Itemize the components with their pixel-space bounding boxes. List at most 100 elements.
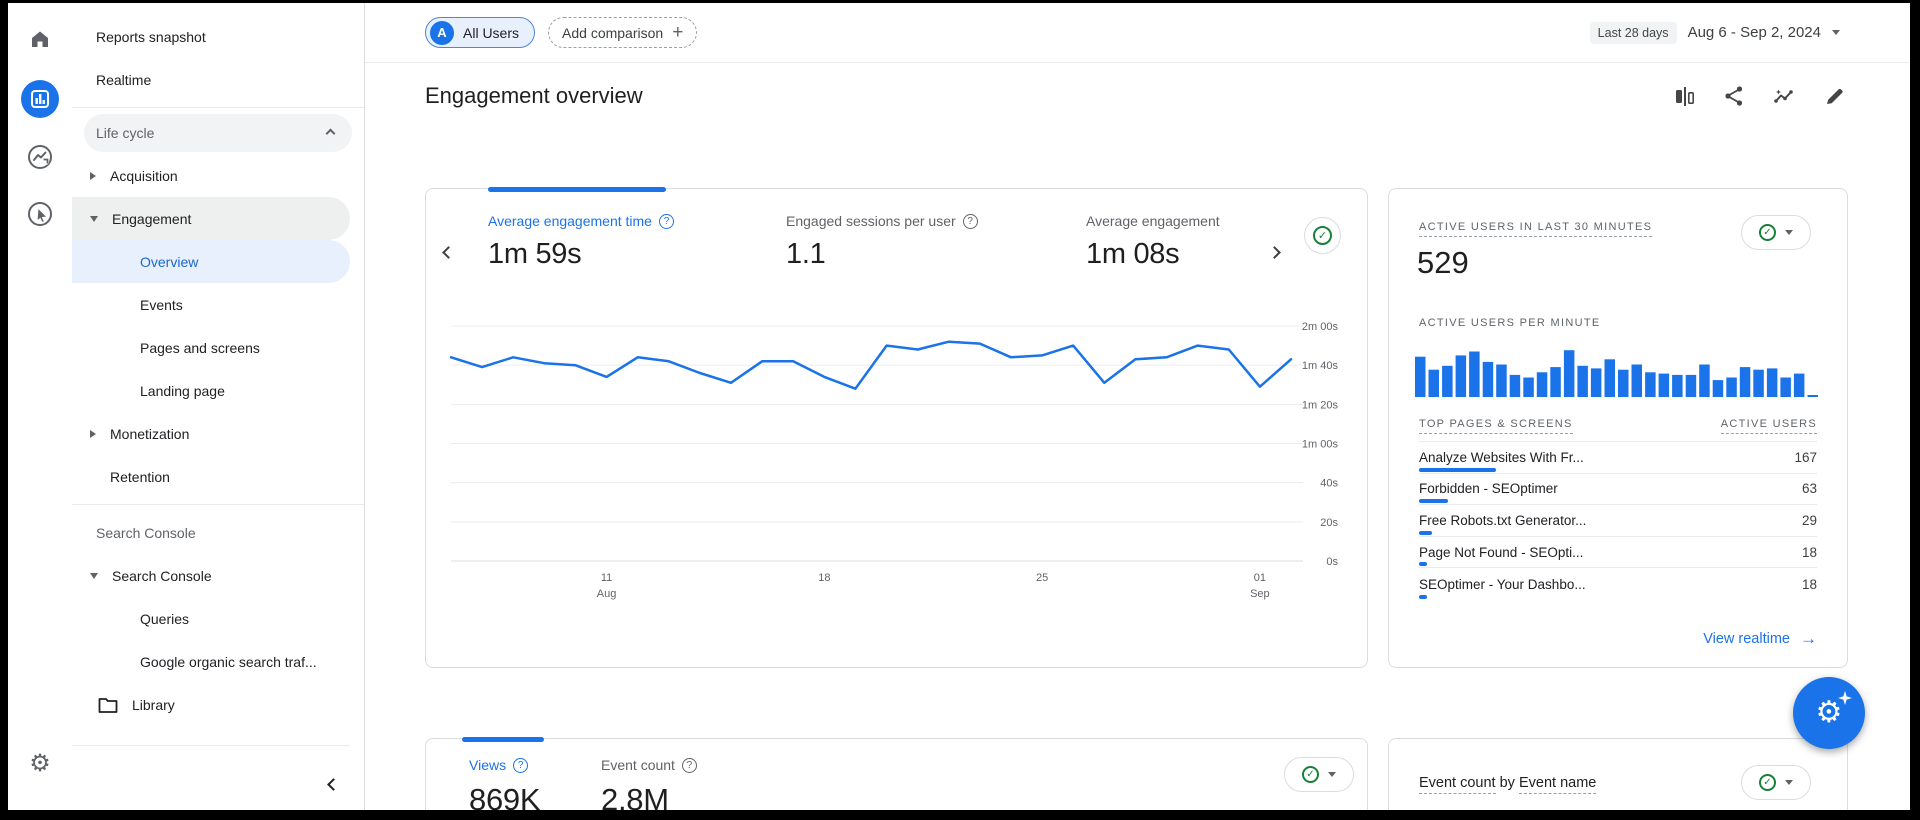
- sidebar-item-monetization[interactable]: Monetization: [72, 412, 350, 455]
- view-realtime-label: View realtime: [1703, 631, 1790, 647]
- table-row[interactable]: Forbidden - SEOptimer63: [1419, 474, 1817, 506]
- metric-value: 2.8M: [601, 782, 697, 810]
- sidebar-section-life-cycle[interactable]: Life cycle: [84, 114, 352, 152]
- sidebar-item-label: Overview: [140, 254, 198, 270]
- compare-icon[interactable]: [1674, 85, 1696, 107]
- sidebar-item-label: Monetization: [110, 426, 189, 442]
- sidebar-item-events[interactable]: Events: [72, 283, 350, 326]
- all-users-segment-chip[interactable]: A All Users: [425, 17, 535, 48]
- sidebar-item-engagement[interactable]: Engagement: [72, 197, 350, 240]
- view-realtime-link[interactable]: View realtime →: [1703, 629, 1817, 649]
- data-quality-check-icon[interactable]: ✓: [1304, 217, 1341, 254]
- left-icon-rail: ⚙: [8, 3, 72, 810]
- sidebar-item-reports-snapshot[interactable]: Reports snapshot: [72, 15, 350, 58]
- comparison-topbar: A All Users Add comparison + Last 28 day…: [365, 3, 1910, 63]
- sidebar-item-overview[interactable]: Overview: [72, 240, 350, 283]
- sidebar-item-label: Events: [140, 297, 183, 313]
- help-icon[interactable]: ?: [513, 758, 528, 773]
- collapse-sidebar-icon[interactable]: [329, 776, 338, 794]
- metric-tab-event-count[interactable]: Event count? 2.8M: [601, 757, 697, 810]
- column-header-active-users[interactable]: ACTIVE USERS: [1721, 418, 1817, 434]
- date-range-picker[interactable]: Last 28 days Aug 6 - Sep 2, 2024: [1590, 22, 1840, 44]
- sidebar-item-label: Engagement: [112, 211, 191, 227]
- metric-tab-average-engagement[interactable]: Average engagement 1m 08s: [1086, 213, 1220, 271]
- svg-text:1m 00s: 1m 00s: [1302, 439, 1339, 451]
- sidebar-item-google-organic-search[interactable]: Google organic search traf...: [72, 640, 350, 683]
- reports-icon[interactable]: [21, 80, 59, 118]
- ga4-application-window: ⚙ Reports snapshot Realtime Life cycle A…: [8, 3, 1910, 810]
- column-header-top-pages[interactable]: TOP PAGES & SCREENS: [1419, 418, 1573, 434]
- active-users-30min-label[interactable]: ACTIVE USERS IN LAST 30 MINUTES: [1419, 221, 1652, 237]
- advertising-icon[interactable]: [26, 200, 54, 228]
- sidebar-item-retention[interactable]: Retention: [72, 455, 350, 498]
- add-comparison-label: Add comparison: [562, 25, 663, 41]
- metrics-scroll-left-icon[interactable]: [444, 244, 453, 262]
- help-icon[interactable]: ?: [682, 758, 697, 773]
- sidebar-item-search-console[interactable]: Search Console: [72, 554, 350, 597]
- metric-selector[interactable]: Event count: [1419, 775, 1496, 794]
- edit-icon[interactable]: [1824, 85, 1846, 107]
- help-icon[interactable]: ?: [659, 214, 674, 229]
- expand-arrow-icon[interactable]: [90, 172, 96, 180]
- insights-icon[interactable]: [1772, 85, 1796, 107]
- sidebar-item-acquisition[interactable]: Acquisition: [72, 154, 350, 197]
- svg-text:11: 11: [601, 572, 612, 584]
- home-icon[interactable]: [28, 27, 52, 51]
- metric-tab-views[interactable]: Views? 869K: [469, 757, 540, 810]
- sidebar-divider: [72, 745, 350, 746]
- sidebar-item-label: Reports snapshot: [96, 29, 206, 45]
- chevron-up-icon: [326, 128, 336, 138]
- table-row[interactable]: Page Not Found - SEOpti...18: [1419, 537, 1817, 569]
- check-icon: ✓: [1759, 224, 1776, 241]
- active-users-30min-value: 529: [1417, 245, 1469, 281]
- metrics-scroll-right-icon[interactable]: [1270, 244, 1279, 262]
- sidebar-item-label: Library: [132, 697, 175, 713]
- active-users-per-minute-label: ACTIVE USERS PER MINUTE: [1419, 317, 1600, 329]
- caret-down-icon: [1832, 30, 1840, 35]
- sidebar-item-pages-and-screens[interactable]: Pages and screens: [72, 326, 350, 369]
- expand-arrow-icon[interactable]: [90, 430, 96, 438]
- sidebar-item-landing-page[interactable]: Landing page: [72, 369, 350, 412]
- svg-text:01: 01: [1254, 572, 1266, 584]
- admin-gear-icon[interactable]: ⚙: [29, 749, 51, 778]
- table-row[interactable]: SEOptimer - Your Dashbo...18: [1419, 568, 1817, 600]
- row-value-bar: [1419, 499, 1448, 503]
- svg-text:40s: 40s: [1320, 478, 1338, 490]
- explore-icon[interactable]: [26, 143, 54, 171]
- sidebar-divider: [72, 107, 364, 108]
- realtime-data-quality-dropdown[interactable]: ✓: [1741, 215, 1811, 250]
- svg-text:20s: 20s: [1320, 517, 1338, 529]
- collapse-arrow-icon[interactable]: [90, 573, 98, 579]
- metric-value: 1.1: [786, 238, 978, 271]
- sidebar-item-realtime[interactable]: Realtime: [72, 58, 350, 101]
- check-icon: ✓: [1302, 766, 1319, 783]
- row-value-bar: [1419, 468, 1496, 472]
- metric-tab-average-engagement-time[interactable]: Average engagement time? 1m 59s: [488, 213, 674, 271]
- sidebar-section-search-console: Search Console: [72, 511, 364, 554]
- dimension-selector[interactable]: Event name: [1519, 775, 1596, 794]
- segment-label: All Users: [463, 25, 519, 41]
- svg-text:0s: 0s: [1326, 556, 1338, 568]
- table-row[interactable]: Free Robots.txt Generator...29: [1419, 505, 1817, 537]
- sidebar-item-label: Queries: [140, 611, 189, 627]
- metric-tab-engaged-sessions-per-user[interactable]: Engaged sessions per user? 1.1: [786, 213, 978, 271]
- date-range-text: Aug 6 - Sep 2, 2024: [1688, 24, 1821, 41]
- data-quality-dropdown[interactable]: ✓: [1284, 757, 1354, 792]
- metric-label: Engaged sessions per user: [786, 213, 956, 229]
- row-value-bar: [1419, 595, 1427, 599]
- svg-text:1m 20s: 1m 20s: [1302, 399, 1339, 411]
- report-nav-sidebar: Reports snapshot Realtime Life cycle Acq…: [72, 3, 365, 810]
- metric-label: Event count: [601, 757, 675, 773]
- help-icon[interactable]: ?: [963, 214, 978, 229]
- svg-text:25: 25: [1036, 572, 1048, 584]
- add-comparison-button[interactable]: Add comparison +: [548, 17, 697, 48]
- row-value-bar: [1419, 562, 1427, 566]
- sidebar-item-queries[interactable]: Queries: [72, 597, 350, 640]
- collapse-arrow-icon[interactable]: [90, 216, 98, 222]
- table-row[interactable]: Analyze Websites With Fr...167: [1419, 442, 1817, 474]
- share-icon[interactable]: [1724, 85, 1744, 107]
- svg-text:18: 18: [818, 572, 830, 584]
- insights-fab-button[interactable]: ⚙: [1793, 677, 1865, 749]
- sidebar-item-library[interactable]: Library: [72, 683, 350, 726]
- data-quality-dropdown[interactable]: ✓: [1741, 765, 1811, 800]
